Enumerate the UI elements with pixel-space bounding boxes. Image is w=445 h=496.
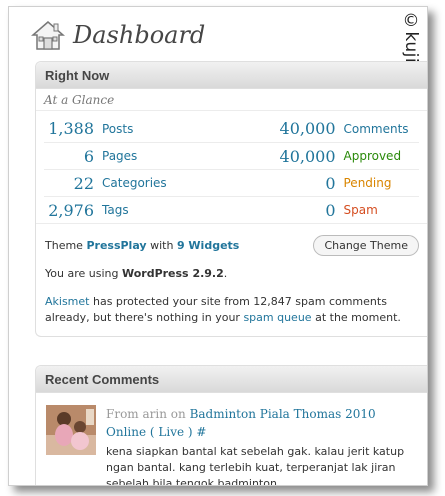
akismet-text-end: at the moment.	[311, 311, 401, 324]
table-row: 1,388 Posts 40,000 Comments	[44, 115, 419, 142]
stat-label[interactable]: Pages	[102, 149, 137, 163]
stat-approved: 40,000 Approved	[232, 147, 420, 166]
table-row: 22 Categories 0 Pending	[44, 169, 419, 196]
akismet-info: Akismet has protected your site from 12,…	[36, 280, 427, 336]
stat-label[interactable]: Pending	[344, 176, 392, 190]
stat-label[interactable]: Approved	[344, 149, 402, 163]
at-a-glance-label: At a Glance	[36, 89, 427, 111]
stat-spam: 0 Spam	[232, 201, 420, 220]
version-prefix: You are using	[45, 267, 119, 280]
stat-tags: 2,976 Tags	[44, 201, 232, 220]
comment-on: on	[170, 407, 186, 421]
version-suffix: .	[223, 267, 228, 280]
theme-text: Theme PressPlay with 9 Widgets	[45, 239, 239, 252]
stat-label[interactable]: Comments	[344, 122, 409, 136]
theme-with: with	[150, 239, 174, 252]
comment-header: From arin on Badminton Piala Thomas 2010…	[106, 405, 419, 441]
stats-table: 1,388 Posts 40,000 Comments 6 Pages 40,0…	[36, 111, 427, 223]
stat-count[interactable]: 1,388	[44, 119, 94, 138]
comment-author: arin	[142, 407, 167, 421]
home-icon	[31, 21, 65, 50]
avatar	[46, 405, 96, 455]
stat-count[interactable]: 6	[44, 147, 94, 166]
table-row: 6 Pages 40,000 Approved	[44, 142, 419, 169]
akismet-link[interactable]: Akismet	[45, 295, 89, 308]
stat-count[interactable]: 2,976	[44, 201, 94, 220]
stat-count[interactable]: 40,000	[232, 147, 336, 166]
page-header: Dashboard	[31, 15, 205, 55]
change-theme-button[interactable]: Change Theme	[313, 235, 419, 256]
stat-label[interactable]: Categories	[102, 176, 167, 190]
theme-info: Theme PressPlay with 9 Widgets Change Th…	[36, 223, 427, 259]
widgets-link[interactable]: 9 Widgets	[177, 239, 239, 252]
stat-posts: 1,388 Posts	[44, 119, 232, 138]
stat-label[interactable]: Spam	[344, 203, 378, 217]
table-row: 2,976 Tags 0 Spam	[44, 196, 419, 223]
comment-body: From arin on Badminton Piala Thomas 2010…	[106, 405, 419, 486]
screenshot-frame: Dashboard ©kujie Right Now At a Glance 1…	[8, 6, 428, 486]
recent-comments-box: Recent Comments From arin on Badminton P…	[35, 365, 427, 486]
right-now-heading[interactable]: Right Now	[36, 62, 427, 89]
stat-comments: 40,000 Comments	[232, 119, 420, 138]
from-prefix: From	[106, 407, 139, 421]
stat-pending: 0 Pending	[232, 174, 420, 193]
stat-count[interactable]: 0	[232, 201, 335, 220]
stat-label[interactable]: Tags	[102, 203, 129, 217]
stat-count[interactable]: 22	[44, 174, 94, 193]
theme-prefix: Theme	[45, 239, 83, 252]
stat-label[interactable]: Posts	[102, 122, 133, 136]
theme-name-link[interactable]: PressPlay	[86, 239, 146, 252]
list-item: From arin on Badminton Piala Thomas 2010…	[36, 393, 427, 486]
spam-queue-link[interactable]: spam queue	[243, 311, 311, 324]
stat-count[interactable]: 0	[232, 174, 335, 193]
version-info: You are using WordPress 2.9.2.	[36, 259, 427, 280]
comment-excerpt: kena siapkan bantal kat sebelah gak. kal…	[106, 445, 405, 486]
right-now-box: Right Now At a Glance 1,388 Posts 40,000…	[35, 61, 427, 337]
stat-pages: 6 Pages	[44, 147, 232, 166]
stat-count[interactable]: 40,000	[232, 119, 336, 138]
wordpress-version: WordPress 2.9.2	[121, 267, 224, 280]
stat-categories: 22 Categories	[44, 174, 232, 193]
page-title: Dashboard	[73, 21, 206, 49]
recent-comments-heading[interactable]: Recent Comments	[36, 366, 427, 393]
